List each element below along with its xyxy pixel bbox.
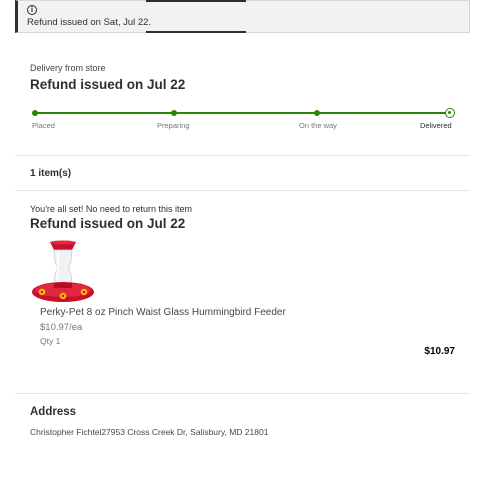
progress-track (34, 112, 450, 114)
banner-top-redaction (146, 0, 246, 2)
step-dot-placed (32, 110, 38, 116)
banner-message: Refund issued on Sat, Jul 22. (27, 17, 152, 28)
step-label-on-the-way: On the way (299, 121, 337, 130)
step-dot-preparing (171, 110, 177, 116)
items-count: 1 item(s) (30, 168, 72, 179)
refund-banner: i Refund issued on Sat, Jul 22. (15, 0, 470, 33)
hummingbird-feeder-image[interactable] (30, 240, 96, 306)
refund-title: Refund issued on Jul 22 (30, 216, 186, 231)
step-label-preparing: Preparing (157, 121, 190, 130)
step-dot-on-the-way (314, 110, 320, 116)
address-heading: Address (30, 406, 77, 418)
divider (15, 190, 470, 191)
product-quantity: Qty 1 (40, 336, 61, 346)
return-note: You're all set! No need to return this i… (30, 204, 192, 214)
divider (15, 155, 470, 156)
product-unit-price: $10.97/ea (40, 322, 83, 333)
step-label-placed: Placed (32, 121, 55, 130)
info-icon: i (27, 5, 37, 15)
step-dot-delivered (445, 108, 455, 118)
step-label-delivered: Delivered (420, 121, 452, 130)
address-line: Christopher Fichtel27953 Cross Creek Dr,… (30, 427, 269, 437)
order-status-title: Refund issued on Jul 22 (30, 77, 186, 92)
product-name-link[interactable]: Perky-Pet 8 oz Pinch Waist Glass Humming… (40, 307, 286, 318)
banner-bottom-redaction (146, 31, 246, 33)
delivery-type-label: Delivery from store (30, 63, 106, 73)
divider (15, 393, 470, 394)
product-total-price: $10.97 (424, 346, 455, 357)
